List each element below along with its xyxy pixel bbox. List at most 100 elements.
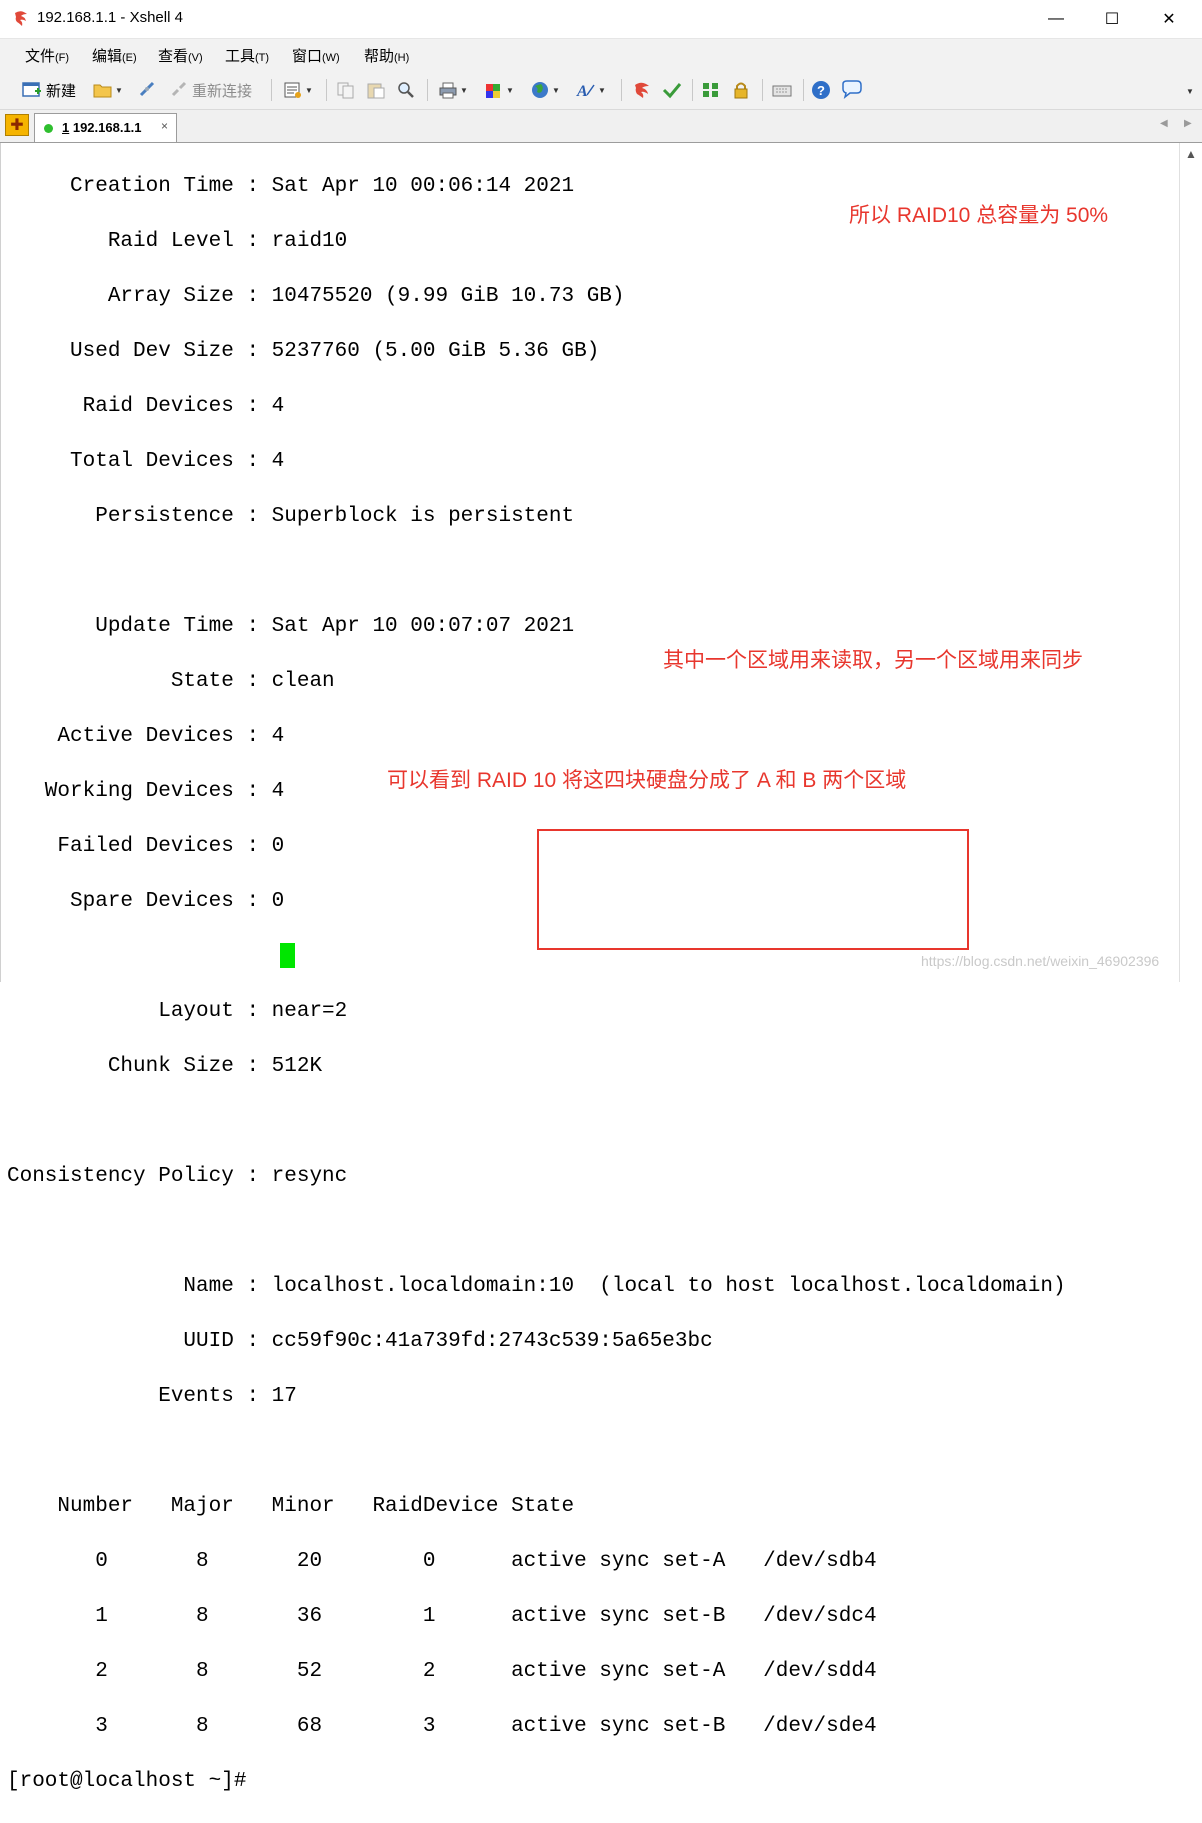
tab-scroll-left-icon[interactable]: ◀ bbox=[1160, 118, 1168, 129]
menu-bar: 文件(F) 编辑(E) 查看(V) 工具(T) 窗口(W) 帮助(H) bbox=[0, 38, 1202, 71]
chevron-down-icon: ▼ bbox=[305, 85, 313, 95]
find-button[interactable] bbox=[396, 79, 416, 101]
new-session-icon bbox=[22, 82, 41, 97]
tab-scroll-right-icon[interactable]: ▶ bbox=[1184, 118, 1192, 129]
reconnect-icon bbox=[171, 81, 187, 97]
lock-icon bbox=[734, 82, 748, 99]
paste-button[interactable] bbox=[366, 79, 386, 101]
terminal-line: Active Devices : 4 bbox=[7, 724, 285, 748]
chevron-down-icon: ▼ bbox=[552, 85, 560, 95]
terminal-line: Total Devices : 4 bbox=[7, 449, 285, 473]
chevron-down-icon: ▼ bbox=[115, 85, 123, 95]
toolbar-separator bbox=[803, 79, 804, 101]
plus-icon: ✚ bbox=[10, 117, 24, 134]
connect-button[interactable] bbox=[137, 79, 157, 101]
color-scheme-icon bbox=[486, 84, 500, 98]
keyboard-icon bbox=[772, 85, 792, 97]
tab-close-icon[interactable]: × bbox=[161, 119, 168, 133]
copy-button[interactable] bbox=[336, 79, 356, 101]
search-icon bbox=[398, 82, 414, 98]
connection-status-icon bbox=[44, 124, 53, 133]
toolbar-separator bbox=[326, 79, 327, 101]
terminal-output: Creation Time : Sat Apr 10 00:06:14 2021… bbox=[7, 145, 1066, 1823]
link-icon bbox=[139, 81, 155, 97]
folder-icon bbox=[93, 84, 112, 98]
keyboard-button[interactable] bbox=[772, 79, 792, 101]
menu-file[interactable]: 文件(F) bbox=[25, 45, 69, 66]
tab-session-1[interactable]: 1 192.168.1.1 × bbox=[34, 113, 177, 142]
terminal-line: Events : 17 bbox=[7, 1384, 297, 1408]
terminal-line: 2 8 52 2 active sync set-A /dev/sdd4 bbox=[7, 1659, 877, 1683]
menu-edit[interactable]: 编辑(E) bbox=[92, 45, 137, 66]
toolbar: 新建 ▼ 重新连接 ▼ ▼ ▼ ▼ A ▼ ? ▼ bbox=[0, 71, 1202, 110]
globe-icon bbox=[532, 82, 548, 98]
reconnect-button[interactable]: 重新连接 bbox=[170, 79, 252, 101]
chat-button[interactable] bbox=[841, 79, 863, 101]
color-scheme-button[interactable]: ▼ bbox=[484, 79, 514, 101]
xshell-button[interactable] bbox=[632, 79, 652, 101]
minimize-button[interactable]: — bbox=[1027, 0, 1085, 38]
properties-button[interactable]: ▼ bbox=[283, 79, 313, 101]
chevron-down-icon: ▼ bbox=[460, 85, 468, 95]
toolbar-separator bbox=[427, 79, 428, 101]
print-button[interactable]: ▼ bbox=[438, 79, 468, 101]
terminal-line: Name : localhost.localdomain:10 (local t… bbox=[7, 1274, 1066, 1298]
print-icon bbox=[439, 82, 457, 99]
xshell-icon bbox=[635, 82, 649, 98]
scroll-up-icon[interactable]: ▲ bbox=[1185, 147, 1197, 161]
menu-window[interactable]: 窗口(W) bbox=[292, 45, 340, 66]
help-icon: ? bbox=[812, 81, 830, 99]
tab-label: 1 192.168.1.1 bbox=[62, 120, 142, 135]
toolbar-separator bbox=[692, 79, 693, 101]
toolbar-overflow-icon[interactable]: ▼ bbox=[1186, 87, 1194, 96]
terminal-line: 1 8 36 1 active sync set-B /dev/sdc4 bbox=[7, 1604, 877, 1628]
copy-icon bbox=[337, 82, 354, 99]
watermark: https://blog.csdn.net/weixin_46902396 bbox=[921, 953, 1160, 969]
title-bar: 192.168.1.1 - Xshell 4 — ☐ ✕ bbox=[0, 0, 1202, 38]
reconnect-label: 重新连接 bbox=[192, 82, 253, 100]
window-title: 192.168.1.1 - Xshell 4 bbox=[37, 9, 183, 26]
capacity-annotation: 所以 RAID10 总容量为 50% bbox=[849, 204, 1109, 227]
xshell-logo-icon bbox=[15, 11, 27, 26]
paste-icon bbox=[367, 83, 385, 99]
chevron-down-icon: ▼ bbox=[506, 85, 514, 95]
terminal-line: UUID : cc59f90c:41a739fd:2743c539:5a65e3… bbox=[7, 1329, 713, 1353]
lock-button[interactable] bbox=[731, 79, 751, 101]
help-button[interactable]: ? bbox=[811, 79, 831, 101]
terminal-line: Update Time : Sat Apr 10 00:07:07 2021 bbox=[7, 614, 575, 638]
xftp-button[interactable] bbox=[662, 79, 682, 101]
terminal-line: Layout : near=2 bbox=[7, 999, 348, 1023]
fullscreen-button[interactable] bbox=[701, 79, 721, 101]
terminal-line: Raid Level : raid10 bbox=[7, 229, 348, 253]
terminal-line: Chunk Size : 512K bbox=[7, 1054, 323, 1078]
encoding-button[interactable]: ▼ bbox=[530, 79, 560, 101]
toolbar-separator bbox=[762, 79, 763, 101]
chevron-down-icon: ▼ bbox=[598, 85, 606, 95]
open-button[interactable]: ▼ bbox=[93, 79, 123, 101]
session-tab-bar: ✚ 1 192.168.1.1 × ◀ ▶ bbox=[0, 110, 1202, 143]
highlight-box bbox=[537, 829, 969, 950]
menu-help[interactable]: 帮助(H) bbox=[364, 45, 409, 66]
maximize-button[interactable]: ☐ bbox=[1083, 0, 1141, 38]
svg-text:A: A bbox=[576, 83, 588, 99]
split-annotation: 可以看到 RAID 10 将这四块硬盘分成了 A 和 B 两个区域 bbox=[387, 769, 907, 792]
menu-view[interactable]: 查看(V) bbox=[158, 45, 203, 66]
menu-tools[interactable]: 工具(T) bbox=[225, 45, 269, 66]
terminal-line: 3 8 68 3 active sync set-B /dev/sde4 bbox=[7, 1714, 877, 1738]
font-button[interactable]: A ▼ bbox=[576, 79, 606, 101]
new-session-button[interactable]: 新建 bbox=[22, 79, 76, 101]
terminal-line: Creation Time : Sat Apr 10 00:06:14 2021 bbox=[7, 174, 575, 198]
toolbar-separator bbox=[621, 79, 622, 101]
close-button[interactable]: ✕ bbox=[1140, 0, 1198, 38]
new-session-label: 新建 bbox=[46, 82, 77, 100]
terminal-line: 0 8 20 0 active sync set-A /dev/sdb4 bbox=[7, 1549, 877, 1573]
terminal-cursor bbox=[280, 943, 295, 968]
chat-icon bbox=[842, 80, 862, 99]
add-tab-button[interactable]: ✚ bbox=[5, 114, 29, 136]
terminal-prompt: [root@localhost ~]# bbox=[7, 1769, 260, 1793]
properties-icon bbox=[284, 82, 301, 98]
terminal-scrollbar[interactable]: ▲ bbox=[1179, 143, 1202, 982]
